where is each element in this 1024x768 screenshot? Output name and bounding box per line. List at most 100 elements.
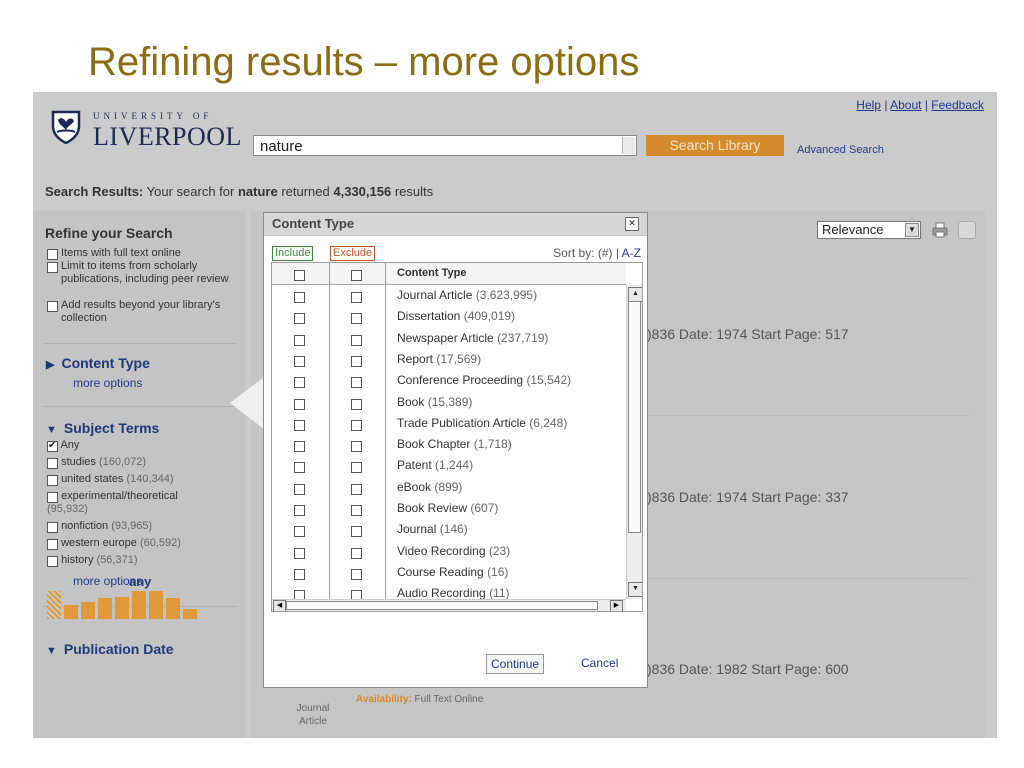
facet-subject-terms[interactable]: ▼ Subject Terms (46, 420, 159, 436)
histogram-bar[interactable] (81, 602, 95, 619)
include-checkbox[interactable] (294, 483, 305, 495)
option-checkbox[interactable] (47, 262, 58, 273)
exclude-all-checkbox[interactable] (351, 270, 362, 281)
subject-term-item[interactable]: Any (47, 439, 237, 452)
exclude-checkbox[interactable] (351, 483, 362, 495)
exclude-checkbox[interactable] (351, 462, 362, 474)
subject-term-item[interactable]: history (56,371) (47, 554, 237, 567)
exclude-checkbox[interactable] (351, 526, 362, 538)
continue-button[interactable]: Continue (486, 654, 545, 674)
exclude-checkbox[interactable] (351, 441, 362, 453)
include-checkbox[interactable] (294, 355, 305, 367)
histogram-bar[interactable] (47, 591, 61, 619)
content-type-row[interactable]: Journal (146) (272, 519, 626, 540)
subject-checkbox[interactable] (47, 458, 58, 469)
exclude-checkbox[interactable] (351, 568, 362, 580)
scroll-down-icon[interactable]: ▼ (628, 582, 642, 597)
option-beyond-library[interactable]: Add results beyond your library's collec… (47, 299, 237, 325)
subject-checkbox[interactable] (47, 539, 58, 550)
horizontal-scrollbar[interactable]: ◀ ▶ (272, 599, 626, 611)
search-scroll-control[interactable] (622, 137, 635, 154)
help-link[interactable]: Help (856, 98, 881, 112)
subject-checkbox[interactable] (47, 439, 58, 452)
exclude-checkbox[interactable] (351, 355, 362, 367)
exclude-checkbox[interactable] (351, 313, 362, 325)
content-type-more-options[interactable]: more options (73, 376, 142, 390)
printer-icon[interactable] (931, 221, 949, 239)
content-type-row[interactable]: Report (17,569) (272, 349, 626, 370)
exclude-checkbox[interactable] (351, 398, 362, 410)
include-checkbox[interactable] (294, 441, 305, 453)
option-checkbox[interactable] (47, 249, 58, 260)
subject-term-item[interactable]: experimental/theoretical (95,932) (47, 490, 217, 516)
content-type-row[interactable]: Book Chapter (1,718) (272, 434, 626, 455)
include-checkbox[interactable] (294, 292, 305, 303)
subject-checkbox[interactable] (47, 556, 58, 567)
subject-checkbox[interactable] (47, 475, 58, 486)
option-scholarly[interactable]: Limit to items from scholarly publicatio… (47, 260, 237, 286)
histogram-bar[interactable] (98, 598, 112, 619)
histogram-bar[interactable] (132, 591, 146, 619)
exclude-checkbox[interactable] (351, 292, 362, 303)
include-checkbox[interactable] (294, 568, 305, 580)
include-checkbox[interactable] (294, 462, 305, 474)
content-type-row[interactable]: Conference Proceeding (15,542) (272, 370, 626, 391)
sort-az-link[interactable]: A-Z (622, 246, 641, 260)
publication-date-histogram[interactable] (47, 589, 237, 619)
include-checkbox[interactable] (294, 547, 305, 559)
subject-checkbox[interactable] (47, 522, 58, 533)
histogram-bar[interactable] (166, 598, 180, 619)
exclude-checkbox[interactable] (351, 547, 362, 559)
content-type-row[interactable]: Newspaper Article (237,719) (272, 328, 626, 349)
option-checkbox[interactable] (47, 301, 58, 312)
university-logo[interactable]: UNIVERSITY OF LIVERPOOL (51, 108, 261, 152)
about-link[interactable]: About (890, 98, 921, 112)
scroll-up-icon[interactable]: ▲ (628, 287, 642, 302)
search-library-button[interactable]: Search Library (646, 135, 784, 156)
exclude-checkbox[interactable] (351, 377, 362, 389)
facet-content-type[interactable]: ▶ Content Type (46, 355, 150, 371)
advanced-search-link[interactable]: Advanced Search (797, 144, 884, 156)
content-type-row[interactable]: eBook (899) (272, 477, 626, 498)
exclude-checkbox[interactable] (351, 419, 362, 431)
option-full-text[interactable]: Items with full text online (47, 247, 237, 260)
content-type-row[interactable]: Book Review (607) (272, 498, 626, 519)
content-type-row[interactable]: Trade Publication Article (6,248) (272, 413, 626, 434)
content-type-row[interactable]: Book (15,389) (272, 392, 626, 413)
rss-icon[interactable] (958, 221, 976, 239)
histogram-bar[interactable] (149, 591, 163, 619)
vertical-scrollbar[interactable]: ▲ ▼ (626, 285, 642, 599)
sort-by-label[interactable]: Sort by: (#) | (553, 246, 619, 260)
include-checkbox[interactable] (294, 313, 305, 325)
sort-select[interactable]: Relevance ▼ (817, 221, 921, 239)
include-checkbox[interactable] (294, 526, 305, 538)
subject-term-item[interactable]: nonfiction (93,965) (47, 520, 237, 533)
scroll-right-icon[interactable]: ▶ (610, 600, 623, 611)
include-checkbox[interactable] (294, 377, 305, 389)
subject-term-item[interactable]: united states (140,344) (47, 473, 237, 486)
scroll-thumb[interactable] (628, 301, 641, 533)
subject-checkbox[interactable] (47, 492, 58, 503)
include-all-checkbox[interactable] (294, 270, 305, 281)
subject-term-item[interactable]: studies (160,072) (47, 456, 237, 469)
exclude-checkbox[interactable] (351, 334, 362, 346)
cancel-link[interactable]: Cancel (581, 656, 618, 670)
scroll-left-icon[interactable]: ◀ (273, 600, 286, 611)
exclude-column-button[interactable]: Exclude (330, 246, 376, 261)
feedback-link[interactable]: Feedback (931, 98, 984, 112)
include-checkbox[interactable] (294, 419, 305, 431)
include-checkbox[interactable] (294, 334, 305, 346)
content-type-row[interactable]: Video Recording (23) (272, 541, 626, 562)
histogram-bar[interactable] (183, 609, 197, 619)
content-type-row[interactable]: Journal Article (3,623,995) (272, 285, 626, 306)
subject-term-item[interactable]: western europe (60,592) (47, 537, 237, 550)
content-type-row[interactable]: Patent (1,244) (272, 455, 626, 476)
content-type-row[interactable]: Dissertation (409,019) (272, 306, 626, 327)
include-checkbox[interactable] (294, 398, 305, 410)
close-icon[interactable]: ✕ (625, 217, 639, 231)
exclude-checkbox[interactable] (351, 505, 362, 516)
content-type-row[interactable]: Course Reading (16) (272, 562, 626, 583)
histogram-bar[interactable] (64, 605, 78, 619)
facet-publication-date[interactable]: ▼ Publication Date (46, 641, 174, 657)
include-column-button[interactable]: Include (272, 246, 314, 261)
